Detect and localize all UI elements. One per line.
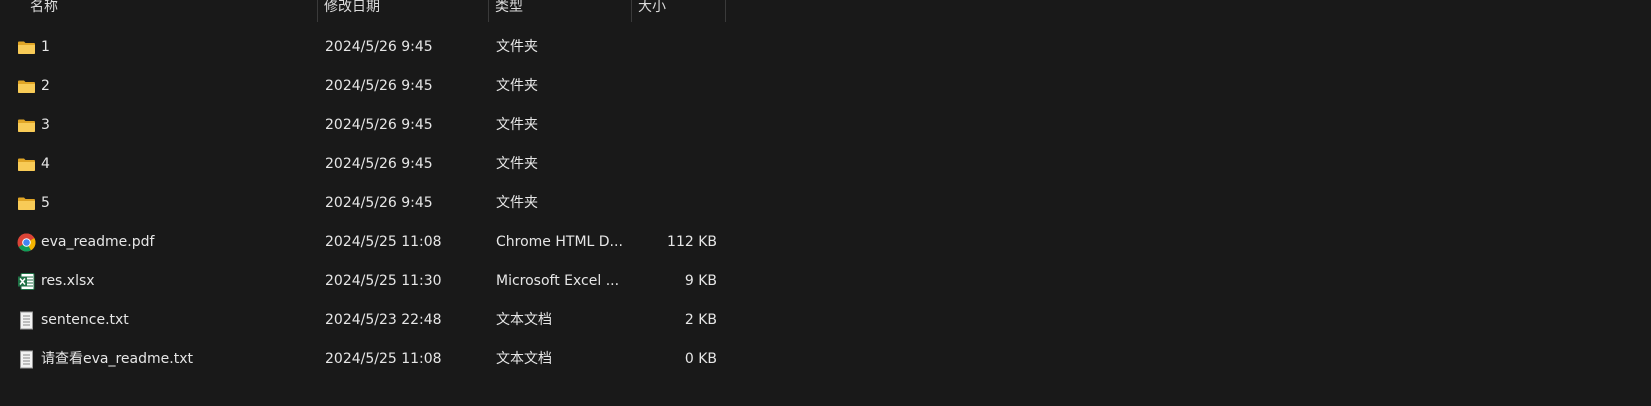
file-date: 2024/5/26 9:45 <box>325 156 433 172</box>
file-date: 2024/5/25 11:08 <box>325 234 442 250</box>
file-date: 2024/5/25 11:08 <box>325 351 442 367</box>
file-size: 112 KB <box>667 234 717 250</box>
file-size: 9 KB <box>684 273 717 289</box>
chrome-icon <box>17 233 36 252</box>
text-file-icon <box>17 311 36 330</box>
folder-icon <box>17 116 36 135</box>
file-size <box>633 106 717 145</box>
folder-icon <box>17 38 36 57</box>
file-type: Microsoft Excel ... <box>496 273 620 289</box>
file-size <box>633 184 717 223</box>
folder-icon <box>17 194 36 213</box>
file-name: 4 <box>41 156 50 172</box>
file-type: 文件夹 <box>496 195 538 211</box>
file-name: sentence.txt <box>41 312 129 328</box>
file-name: 5 <box>41 195 50 211</box>
file-type: 文件夹 <box>496 156 538 172</box>
file-name: 1 <box>41 39 50 55</box>
file-size: 2 KB <box>684 312 717 328</box>
file-row[interactable]: 4 2024/5/26 9:45 文件夹 <box>0 145 1651 184</box>
file-row[interactable]: 3 2024/5/26 9:45 文件夹 <box>0 106 1651 145</box>
column-header-size[interactable]: 大小 <box>632 0 725 22</box>
file-size <box>633 67 717 106</box>
file-type: 文件夹 <box>496 117 538 133</box>
file-row[interactable]: 2 2024/5/26 9:45 文件夹 <box>0 67 1651 106</box>
column-header-name[interactable]: 名称 <box>24 0 317 22</box>
file-name: 2 <box>41 78 50 94</box>
file-row[interactable]: 请查看eva_readme.txt 2024/5/25 11:08 文本文档 0… <box>0 340 1651 379</box>
file-row[interactable]: 1 2024/5/26 9:45 文件夹 <box>0 28 1651 67</box>
file-date: 2024/5/23 22:48 <box>325 312 442 328</box>
file-type: 文件夹 <box>496 39 538 55</box>
file-date: 2024/5/25 11:30 <box>325 273 442 289</box>
file-type: 文本文档 <box>496 312 552 328</box>
file-date: 2024/5/26 9:45 <box>325 78 433 94</box>
file-row[interactable]: eva_readme.pdf 2024/5/25 11:08 Chrome HT… <box>0 223 1651 262</box>
column-header-row: 名称 修改日期 类型 大小 <box>0 0 1651 24</box>
column-divider[interactable] <box>725 0 726 22</box>
text-file-icon <box>17 350 36 369</box>
file-size: 0 KB <box>684 351 717 367</box>
file-row[interactable]: res.xlsx 2024/5/25 11:30 Microsoft Excel… <box>0 262 1651 301</box>
excel-icon <box>17 272 36 291</box>
file-type: 文本文档 <box>496 351 552 367</box>
file-name: 3 <box>41 117 50 133</box>
file-size <box>633 28 717 67</box>
file-name: res.xlsx <box>41 273 95 289</box>
file-name: 请查看eva_readme.txt <box>41 351 193 367</box>
folder-icon <box>17 155 36 174</box>
file-type: 文件夹 <box>496 78 538 94</box>
file-row[interactable]: sentence.txt 2024/5/23 22:48 文本文档 2 KB <box>0 301 1651 340</box>
file-date: 2024/5/26 9:45 <box>325 39 433 55</box>
file-size <box>633 145 717 184</box>
folder-icon <box>17 77 36 96</box>
file-date: 2024/5/26 9:45 <box>325 117 433 133</box>
column-header-date[interactable]: 修改日期 <box>318 0 488 22</box>
column-header-type[interactable]: 类型 <box>489 0 631 22</box>
file-date: 2024/5/26 9:45 <box>325 195 433 211</box>
file-name: eva_readme.pdf <box>41 234 155 250</box>
file-type: Chrome HTML D... <box>496 234 623 250</box>
file-row[interactable]: 5 2024/5/26 9:45 文件夹 <box>0 184 1651 223</box>
